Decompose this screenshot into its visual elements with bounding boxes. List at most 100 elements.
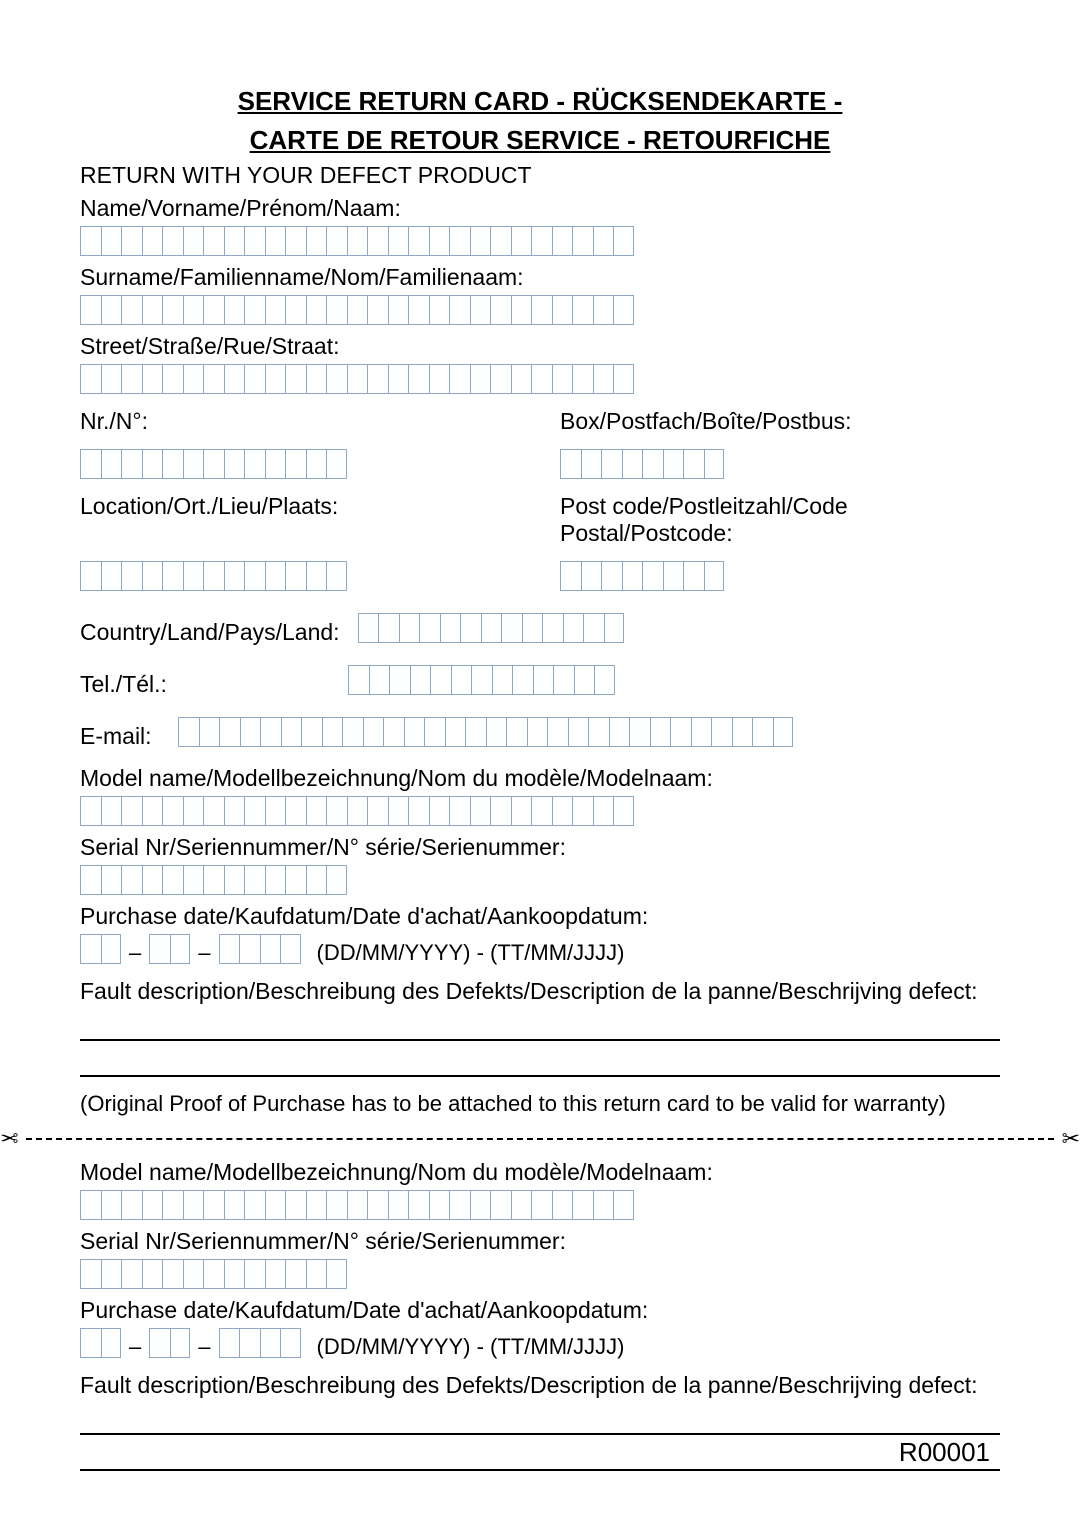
char-cell[interactable] xyxy=(449,1190,470,1220)
char-cell[interactable] xyxy=(244,865,265,895)
char-cell[interactable] xyxy=(449,226,470,256)
char-cell[interactable] xyxy=(101,1328,122,1358)
char-cell[interactable] xyxy=(142,226,163,256)
char-cell[interactable] xyxy=(326,796,347,826)
char-cell[interactable] xyxy=(244,226,265,256)
char-cell[interactable] xyxy=(80,449,101,479)
char-cell[interactable] xyxy=(142,1190,163,1220)
char-cell[interactable] xyxy=(219,717,240,747)
fault-line-1[interactable] xyxy=(80,1015,1000,1041)
surname-input[interactable] xyxy=(80,295,1000,325)
char-cell[interactable] xyxy=(203,295,224,325)
tel-input[interactable] xyxy=(348,665,615,695)
char-cell[interactable] xyxy=(224,796,245,826)
char-cell[interactable] xyxy=(347,364,368,394)
char-cell[interactable] xyxy=(470,1190,491,1220)
char-cell[interactable] xyxy=(121,226,142,256)
char-cell[interactable] xyxy=(593,295,614,325)
char-cell[interactable] xyxy=(501,613,522,643)
char-cell[interactable] xyxy=(445,717,466,747)
char-cell[interactable] xyxy=(470,295,491,325)
char-cell[interactable] xyxy=(326,364,347,394)
char-cell[interactable] xyxy=(481,613,502,643)
purchase-mm-input[interactable] xyxy=(149,934,190,964)
name-input[interactable] xyxy=(80,226,1000,256)
char-cell[interactable] xyxy=(162,561,183,591)
char-cell[interactable] xyxy=(142,295,163,325)
box-input[interactable] xyxy=(560,449,1000,479)
purchase-yyyy-input-2[interactable] xyxy=(219,1328,301,1358)
char-cell[interactable] xyxy=(527,717,548,747)
char-cell[interactable] xyxy=(604,613,625,643)
char-cell[interactable] xyxy=(367,295,388,325)
char-cell[interactable] xyxy=(583,613,604,643)
char-cell[interactable] xyxy=(552,1190,573,1220)
char-cell[interactable] xyxy=(183,295,204,325)
char-cell[interactable] xyxy=(142,449,163,479)
char-cell[interactable] xyxy=(149,1328,170,1358)
char-cell[interactable] xyxy=(490,295,511,325)
char-cell[interactable] xyxy=(224,1259,245,1289)
char-cell[interactable] xyxy=(593,1190,614,1220)
char-cell[interactable] xyxy=(285,865,306,895)
char-cell[interactable] xyxy=(367,796,388,826)
char-cell[interactable] xyxy=(531,226,552,256)
char-cell[interactable] xyxy=(522,613,543,643)
char-cell[interactable] xyxy=(203,561,224,591)
char-cell[interactable] xyxy=(670,717,691,747)
char-cell[interactable] xyxy=(388,226,409,256)
char-cell[interactable] xyxy=(367,364,388,394)
char-cell[interactable] xyxy=(244,1190,265,1220)
char-cell[interactable] xyxy=(219,934,240,964)
char-cell[interactable] xyxy=(203,226,224,256)
char-cell[interactable] xyxy=(101,364,122,394)
char-cell[interactable] xyxy=(121,1259,142,1289)
char-cell[interactable] xyxy=(203,1259,224,1289)
char-cell[interactable] xyxy=(650,717,671,747)
char-cell[interactable] xyxy=(347,295,368,325)
char-cell[interactable] xyxy=(162,364,183,394)
char-cell[interactable] xyxy=(326,865,347,895)
char-cell[interactable] xyxy=(429,226,450,256)
char-cell[interactable] xyxy=(142,1259,163,1289)
char-cell[interactable] xyxy=(613,226,634,256)
char-cell[interactable] xyxy=(306,796,327,826)
char-cell[interactable] xyxy=(404,717,425,747)
char-cell[interactable] xyxy=(260,1328,281,1358)
char-cell[interactable] xyxy=(552,364,573,394)
char-cell[interactable] xyxy=(121,561,142,591)
char-cell[interactable] xyxy=(440,613,461,643)
char-cell[interactable] xyxy=(326,1190,347,1220)
char-cell[interactable] xyxy=(265,226,286,256)
char-cell[interactable] xyxy=(531,364,552,394)
char-cell[interactable] xyxy=(642,561,663,591)
char-cell[interactable] xyxy=(178,717,199,747)
char-cell[interactable] xyxy=(80,865,101,895)
char-cell[interactable] xyxy=(622,449,643,479)
char-cell[interactable] xyxy=(542,613,563,643)
char-cell[interactable] xyxy=(408,226,429,256)
char-cell[interactable] xyxy=(239,1328,260,1358)
char-cell[interactable] xyxy=(388,1190,409,1220)
char-cell[interactable] xyxy=(601,561,622,591)
char-cell[interactable] xyxy=(389,665,410,695)
char-cell[interactable] xyxy=(581,449,602,479)
char-cell[interactable] xyxy=(347,226,368,256)
char-cell[interactable] xyxy=(560,561,581,591)
char-cell[interactable] xyxy=(326,449,347,479)
char-cell[interactable] xyxy=(348,665,369,695)
char-cell[interactable] xyxy=(430,665,451,695)
char-cell[interactable] xyxy=(265,295,286,325)
char-cell[interactable] xyxy=(572,364,593,394)
char-cell[interactable] xyxy=(203,796,224,826)
char-cell[interactable] xyxy=(369,665,390,695)
char-cell[interactable] xyxy=(162,295,183,325)
char-cell[interactable] xyxy=(449,364,470,394)
char-cell[interactable] xyxy=(486,717,507,747)
char-cell[interactable] xyxy=(306,295,327,325)
char-cell[interactable] xyxy=(572,295,593,325)
char-cell[interactable] xyxy=(663,449,684,479)
nr-input[interactable] xyxy=(80,449,520,479)
char-cell[interactable] xyxy=(552,226,573,256)
char-cell[interactable] xyxy=(260,717,281,747)
